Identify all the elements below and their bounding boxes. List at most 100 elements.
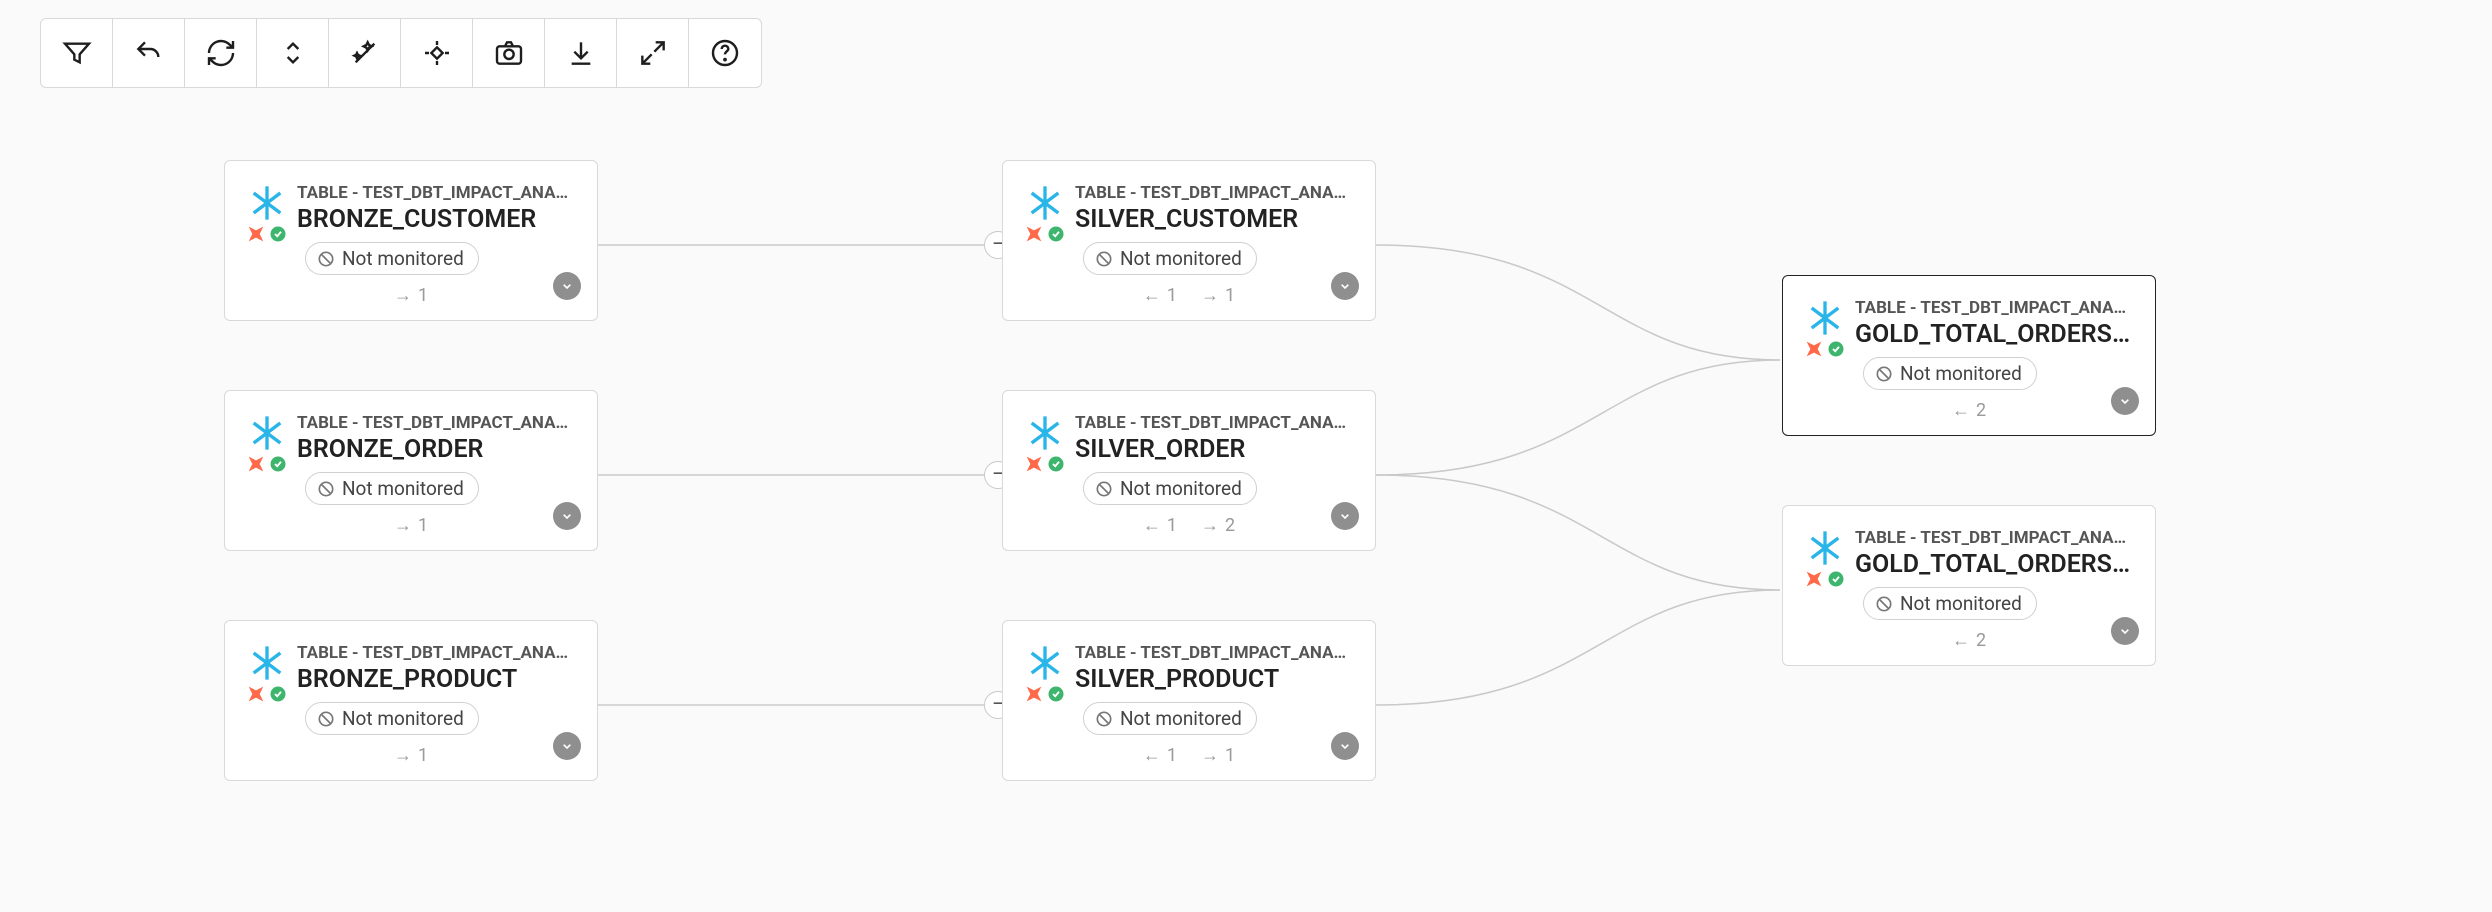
- chevron-down-icon: [1337, 508, 1353, 524]
- node-kicker: TABLE - TEST_DBT_IMPACT_ANAL...: [1855, 298, 2133, 318]
- node-expand-button[interactable]: [1331, 732, 1359, 760]
- status-pill: Not monitored: [305, 472, 479, 505]
- dbt-icon: [245, 453, 267, 475]
- node-badges: [245, 683, 287, 705]
- node-silver-customer[interactable]: TABLE - TEST_DBT_IMPACT_ANAL... SILVER_C…: [1002, 160, 1376, 321]
- dbt-icon: [1023, 453, 1045, 475]
- check-badge-icon: [1827, 570, 1845, 588]
- dbt-icon: [1023, 223, 1045, 245]
- status-text: Not monitored: [342, 707, 464, 730]
- node-footer: → 1: [247, 745, 575, 766]
- not-monitored-icon: [316, 709, 336, 729]
- node-expand-button[interactable]: [2111, 617, 2139, 645]
- not-monitored-icon: [1094, 479, 1114, 499]
- status-text: Not monitored: [1900, 362, 2022, 385]
- node-silver-order[interactable]: TABLE - TEST_DBT_IMPACT_ANAL... SILVER_O…: [1002, 390, 1376, 551]
- snowflake-icon: [247, 183, 287, 223]
- node-kicker: TABLE - TEST_DBT_IMPACT_ANAL...: [1075, 643, 1353, 663]
- node-kicker: TABLE - TEST_DBT_IMPACT_ANAL...: [297, 413, 575, 433]
- outgoing-count: → 2: [1201, 515, 1235, 536]
- not-monitored-icon: [1874, 364, 1894, 384]
- chevron-down-icon: [1337, 278, 1353, 294]
- node-footer: ← 1 → 2: [1025, 515, 1353, 536]
- node-badges: [245, 453, 287, 475]
- node-expand-button[interactable]: [553, 272, 581, 300]
- outgoing-count: → 1: [394, 285, 428, 306]
- status-text: Not monitored: [1900, 592, 2022, 615]
- node-footer: ← 2: [1805, 400, 2133, 421]
- node-kicker: TABLE - TEST_DBT_IMPACT_ANAL...: [1855, 528, 2133, 548]
- snowflake-icon: [247, 413, 287, 453]
- outgoing-count: → 1: [1201, 285, 1235, 306]
- node-expand-button[interactable]: [1331, 502, 1359, 530]
- node-expand-button[interactable]: [553, 502, 581, 530]
- node-footer: → 1: [247, 515, 575, 536]
- status-text: Not monitored: [1120, 707, 1242, 730]
- status-text: Not monitored: [342, 247, 464, 270]
- chevron-down-icon: [559, 738, 575, 754]
- node-footer: ← 1 → 1: [1025, 285, 1353, 306]
- node-badges: [1023, 453, 1065, 475]
- dbt-icon: [245, 683, 267, 705]
- dbt-icon: [245, 223, 267, 245]
- status-pill: Not monitored: [1863, 587, 2037, 620]
- node-bronze-product[interactable]: TABLE - TEST_DBT_IMPACT_ANAL... BRONZE_P…: [224, 620, 598, 781]
- incoming-count: ← 2: [1952, 400, 1986, 421]
- status-pill: Not monitored: [1083, 472, 1257, 505]
- check-badge-icon: [1047, 685, 1065, 703]
- node-gold-bottom[interactable]: TABLE - TEST_DBT_IMPACT_ANAL... GOLD_TOT…: [1782, 505, 2156, 666]
- node-title: SILVER_PRODUCT: [1075, 665, 1353, 694]
- node-kicker: TABLE - TEST_DBT_IMPACT_ANAL...: [297, 643, 575, 663]
- chevron-down-icon: [559, 508, 575, 524]
- node-expand-button[interactable]: [2111, 387, 2139, 415]
- node-badges: [1803, 338, 1845, 360]
- node-title: SILVER_ORDER: [1075, 435, 1353, 464]
- node-expand-button[interactable]: [1331, 272, 1359, 300]
- node-title: GOLD_TOTAL_ORDERS...: [1855, 550, 2133, 579]
- node-bronze-order[interactable]: TABLE - TEST_DBT_IMPACT_ANAL... BRONZE_O…: [224, 390, 598, 551]
- not-monitored-icon: [316, 249, 336, 269]
- node-kicker: TABLE - TEST_DBT_IMPACT_ANAL...: [297, 183, 575, 203]
- status-text: Not monitored: [1120, 247, 1242, 270]
- node-badges: [1023, 683, 1065, 705]
- status-pill: Not monitored: [305, 702, 479, 735]
- node-badges: [245, 223, 287, 245]
- check-badge-icon: [269, 455, 287, 473]
- snowflake-icon: [1805, 298, 1845, 338]
- node-silver-product[interactable]: TABLE - TEST_DBT_IMPACT_ANAL... SILVER_P…: [1002, 620, 1376, 781]
- incoming-count: ← 1: [1143, 745, 1177, 766]
- node-footer: ← 1 → 1: [1025, 745, 1353, 766]
- node-kicker: TABLE - TEST_DBT_IMPACT_ANAL...: [1075, 183, 1353, 203]
- outgoing-count: → 1: [394, 515, 428, 536]
- incoming-count: ← 1: [1143, 515, 1177, 536]
- status-pill: Not monitored: [305, 242, 479, 275]
- node-expand-button[interactable]: [553, 732, 581, 760]
- not-monitored-icon: [1874, 594, 1894, 614]
- snowflake-icon: [1025, 643, 1065, 683]
- outgoing-count: → 1: [1201, 745, 1235, 766]
- node-title: SILVER_CUSTOMER: [1075, 205, 1353, 234]
- node-footer: → 1: [247, 285, 575, 306]
- not-monitored-icon: [316, 479, 336, 499]
- chevron-down-icon: [1337, 738, 1353, 754]
- chevron-down-icon: [559, 278, 575, 294]
- chevron-down-icon: [2117, 623, 2133, 639]
- outgoing-count: → 1: [394, 745, 428, 766]
- not-monitored-icon: [1094, 709, 1114, 729]
- node-title: BRONZE_CUSTOMER: [297, 205, 575, 234]
- node-title: GOLD_TOTAL_ORDERS...: [1855, 320, 2133, 349]
- node-kicker: TABLE - TEST_DBT_IMPACT_ANAL...: [1075, 413, 1353, 433]
- incoming-count: ← 1: [1143, 285, 1177, 306]
- dbt-icon: [1803, 568, 1825, 590]
- check-badge-icon: [269, 225, 287, 243]
- check-badge-icon: [1047, 225, 1065, 243]
- node-bronze-customer[interactable]: TABLE - TEST_DBT_IMPACT_ANAL... BRONZE_C…: [224, 160, 598, 321]
- status-pill: Not monitored: [1863, 357, 2037, 390]
- node-gold-top[interactable]: TABLE - TEST_DBT_IMPACT_ANAL... GOLD_TOT…: [1782, 275, 2156, 436]
- chevron-down-icon: [2117, 393, 2133, 409]
- node-footer: ← 2: [1805, 630, 2133, 651]
- node-title: BRONZE_PRODUCT: [297, 665, 575, 694]
- check-badge-icon: [1827, 340, 1845, 358]
- lineage-canvas[interactable]: − − − TABLE - TEST_DBT_IMPACT_ANAL... BR…: [0, 0, 2492, 912]
- status-pill: Not monitored: [1083, 702, 1257, 735]
